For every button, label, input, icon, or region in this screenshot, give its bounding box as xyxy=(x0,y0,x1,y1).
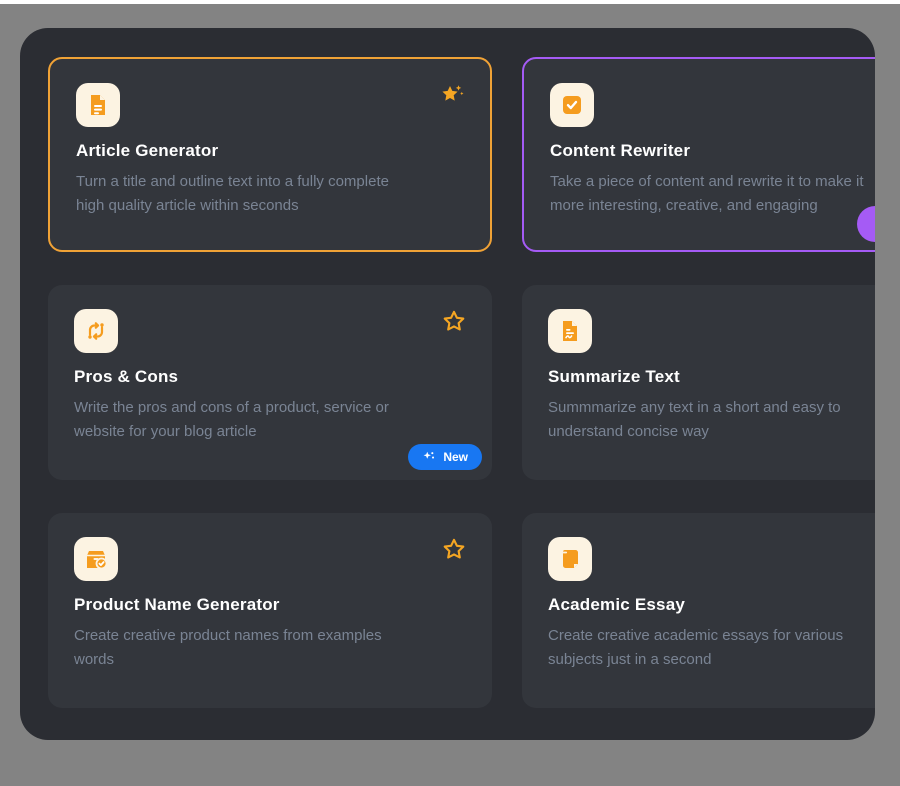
new-badge-label: New xyxy=(443,451,468,463)
card-description: Take a piece of content and rewrite it t… xyxy=(550,170,875,218)
card-description: Write the pros and cons of a product, se… xyxy=(74,396,466,444)
card-description: Turn a title and outline text into a ful… xyxy=(76,170,464,218)
favorite-star-filled-icon[interactable] xyxy=(438,81,466,109)
summary-document-icon xyxy=(548,309,592,353)
product-box-icon xyxy=(74,537,118,581)
tool-card-summarize-text[interactable]: Summarize Text Summmarize any text in a … xyxy=(522,285,875,480)
tool-card-pros-and-cons[interactable]: Pros & Cons Write the pros and cons of a… xyxy=(48,285,492,480)
article-document-icon xyxy=(76,83,120,127)
scroll-icon xyxy=(548,537,592,581)
card-title: Pros & Cons xyxy=(74,367,466,387)
sparkle-icon xyxy=(422,450,436,464)
card-title: Academic Essay xyxy=(548,595,875,615)
card-title: Summarize Text xyxy=(548,367,875,387)
page-background: Article Generator Turn a title and outli… xyxy=(0,4,900,786)
card-title: Content Rewriter xyxy=(550,141,875,161)
tool-card-product-name-generator[interactable]: Product Name Generator Create creative p… xyxy=(48,513,492,708)
card-title: Article Generator xyxy=(76,141,464,161)
tools-panel: Article Generator Turn a title and outli… xyxy=(20,28,875,740)
tool-card-grid: Article Generator Turn a title and outli… xyxy=(20,28,875,737)
new-badge: New xyxy=(408,444,482,470)
card-description: Summmarize any text in a short and easy … xyxy=(548,396,875,444)
check-square-icon xyxy=(550,83,594,127)
card-description: Create creative product names from examp… xyxy=(74,624,466,672)
favorite-star-outline-icon[interactable] xyxy=(440,307,468,335)
tool-card-article-generator[interactable]: Article Generator Turn a title and outli… xyxy=(48,57,492,252)
tool-card-content-rewriter[interactable]: Content Rewriter Take a piece of content… xyxy=(522,57,875,252)
tool-card-academic-essay[interactable]: Academic Essay Create creative academic … xyxy=(522,513,875,708)
swap-arrows-icon xyxy=(74,309,118,353)
favorite-star-outline-icon[interactable] xyxy=(440,535,468,563)
card-title: Product Name Generator xyxy=(74,595,466,615)
card-description: Create creative academic essays for vari… xyxy=(548,624,875,672)
